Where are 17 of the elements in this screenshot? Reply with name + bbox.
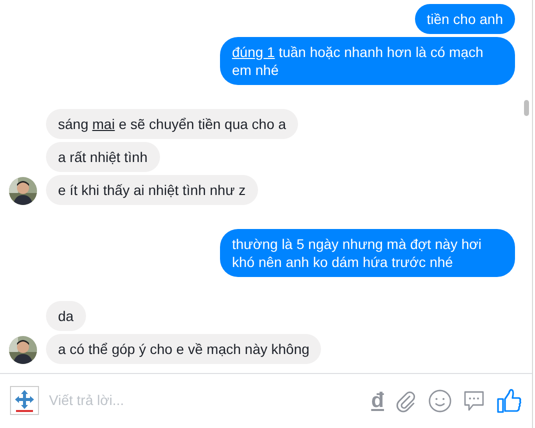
message-bubble: a có thể góp ý cho e về mạch này không <box>46 334 322 364</box>
message-bubble: a rất nhiệt tình <box>46 142 160 172</box>
message-link[interactable]: đúng 1 <box>232 44 275 60</box>
message-bubble: da <box>46 301 86 331</box>
page-logo-icon <box>10 386 39 415</box>
scrollbar-thumb[interactable] <box>524 100 529 116</box>
message-link[interactable]: mai <box>92 116 115 132</box>
message-bubble: e ít khi thấy ai nhiệt tình như z <box>46 175 258 205</box>
message-bubble: tiền cho anh <box>414 4 515 34</box>
currency-button[interactable]: đ <box>371 390 384 411</box>
like-icon[interactable] <box>496 388 522 414</box>
chat-icon[interactable] <box>462 388 486 412</box>
message-bubble: sáng mai e sẽ chuyển tiền qua cho a <box>46 109 298 139</box>
paperclip-icon[interactable] <box>394 388 418 412</box>
emoji-icon[interactable] <box>428 388 452 412</box>
message-bubble: thường là 5 ngày nhưng mà đợt này hơi khó nên anh ko dám hứa trước nhé <box>220 229 515 277</box>
message-bubble: đúng 1 tuần hoặc nhanh hơn là có mạch em nhé <box>220 37 515 85</box>
